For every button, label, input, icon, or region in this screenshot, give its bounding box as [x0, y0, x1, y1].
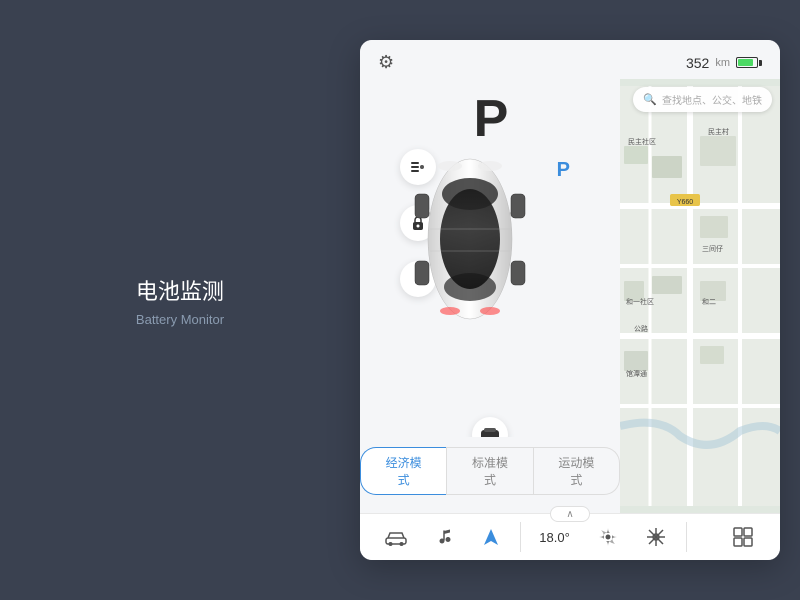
bottom-nav: ∧ 18.0° — [360, 513, 780, 560]
main-card: ⚙ 352 km P — [360, 40, 780, 560]
svg-text:公路: 公路 — [634, 324, 648, 333]
title-chinese: 电池监测 — [136, 274, 224, 306]
sidebar-content: 电池监测 Battery Monitor — [136, 274, 224, 327]
header-right: 352 km — [686, 55, 762, 71]
map-panel: Y660 民主社区 民主村 三间仔 和一社区 和二 公路 馆潭通 — [620, 79, 780, 513]
battery-indicator — [736, 57, 762, 68]
temp-value: 18.0° — [539, 530, 570, 545]
search-icon: 🔍 — [643, 93, 657, 106]
nav-music[interactable] — [426, 523, 462, 551]
battery-body — [736, 57, 758, 68]
sport-mode-button[interactable]: 运动模式 — [534, 447, 620, 495]
svg-text:馆潭通: 馆潭通 — [626, 369, 647, 378]
nav-divider-2 — [686, 522, 687, 552]
battery-tip — [759, 60, 762, 66]
search-placeholder: 查找地点、公交、地铁 — [662, 92, 762, 107]
eco-mode-button[interactable]: 经济模式 — [360, 447, 446, 495]
card-header: ⚙ 352 km — [360, 40, 780, 79]
car-image — [410, 139, 570, 379]
svg-text:民主村: 民主村 — [708, 127, 729, 136]
nav-navigation[interactable] — [473, 523, 509, 551]
card-left: P — [360, 79, 620, 513]
sidebar: 电池监测 Battery Monitor — [0, 0, 360, 600]
km-value: 352 — [686, 55, 709, 71]
standard-mode-button[interactable]: 标准模式 — [446, 447, 533, 495]
svg-text:民主社区: 民主社区 — [628, 137, 656, 146]
svg-text:三间仔: 三间仔 — [702, 244, 723, 253]
nav-divider-1 — [520, 522, 521, 552]
nav-chevron-up[interactable]: ∧ — [550, 506, 590, 522]
p-badge: P — [557, 159, 570, 182]
nav-fan[interactable] — [589, 522, 627, 552]
battery-fill — [738, 59, 753, 66]
nav-temperature[interactable]: 18.0° — [531, 526, 578, 549]
km-unit: km — [715, 57, 730, 69]
svg-text:Y660: Y660 — [677, 199, 693, 206]
svg-text:和二: 和二 — [702, 297, 716, 306]
drive-modes: 经济模式 标准模式 运动模式 — [360, 437, 620, 509]
nav-auto[interactable] — [698, 533, 714, 541]
nav-ac[interactable] — [637, 522, 675, 552]
nav-grid[interactable] — [724, 522, 762, 552]
title-english: Battery Monitor — [136, 312, 224, 327]
settings-icon[interactable]: ⚙ — [378, 52, 394, 73]
map-search[interactable]: 🔍 查找地点、公交、地铁 — [633, 87, 772, 112]
card-body: P — [360, 79, 780, 513]
nav-car[interactable] — [377, 524, 415, 550]
svg-text:和一社区: 和一社区 — [626, 297, 654, 306]
